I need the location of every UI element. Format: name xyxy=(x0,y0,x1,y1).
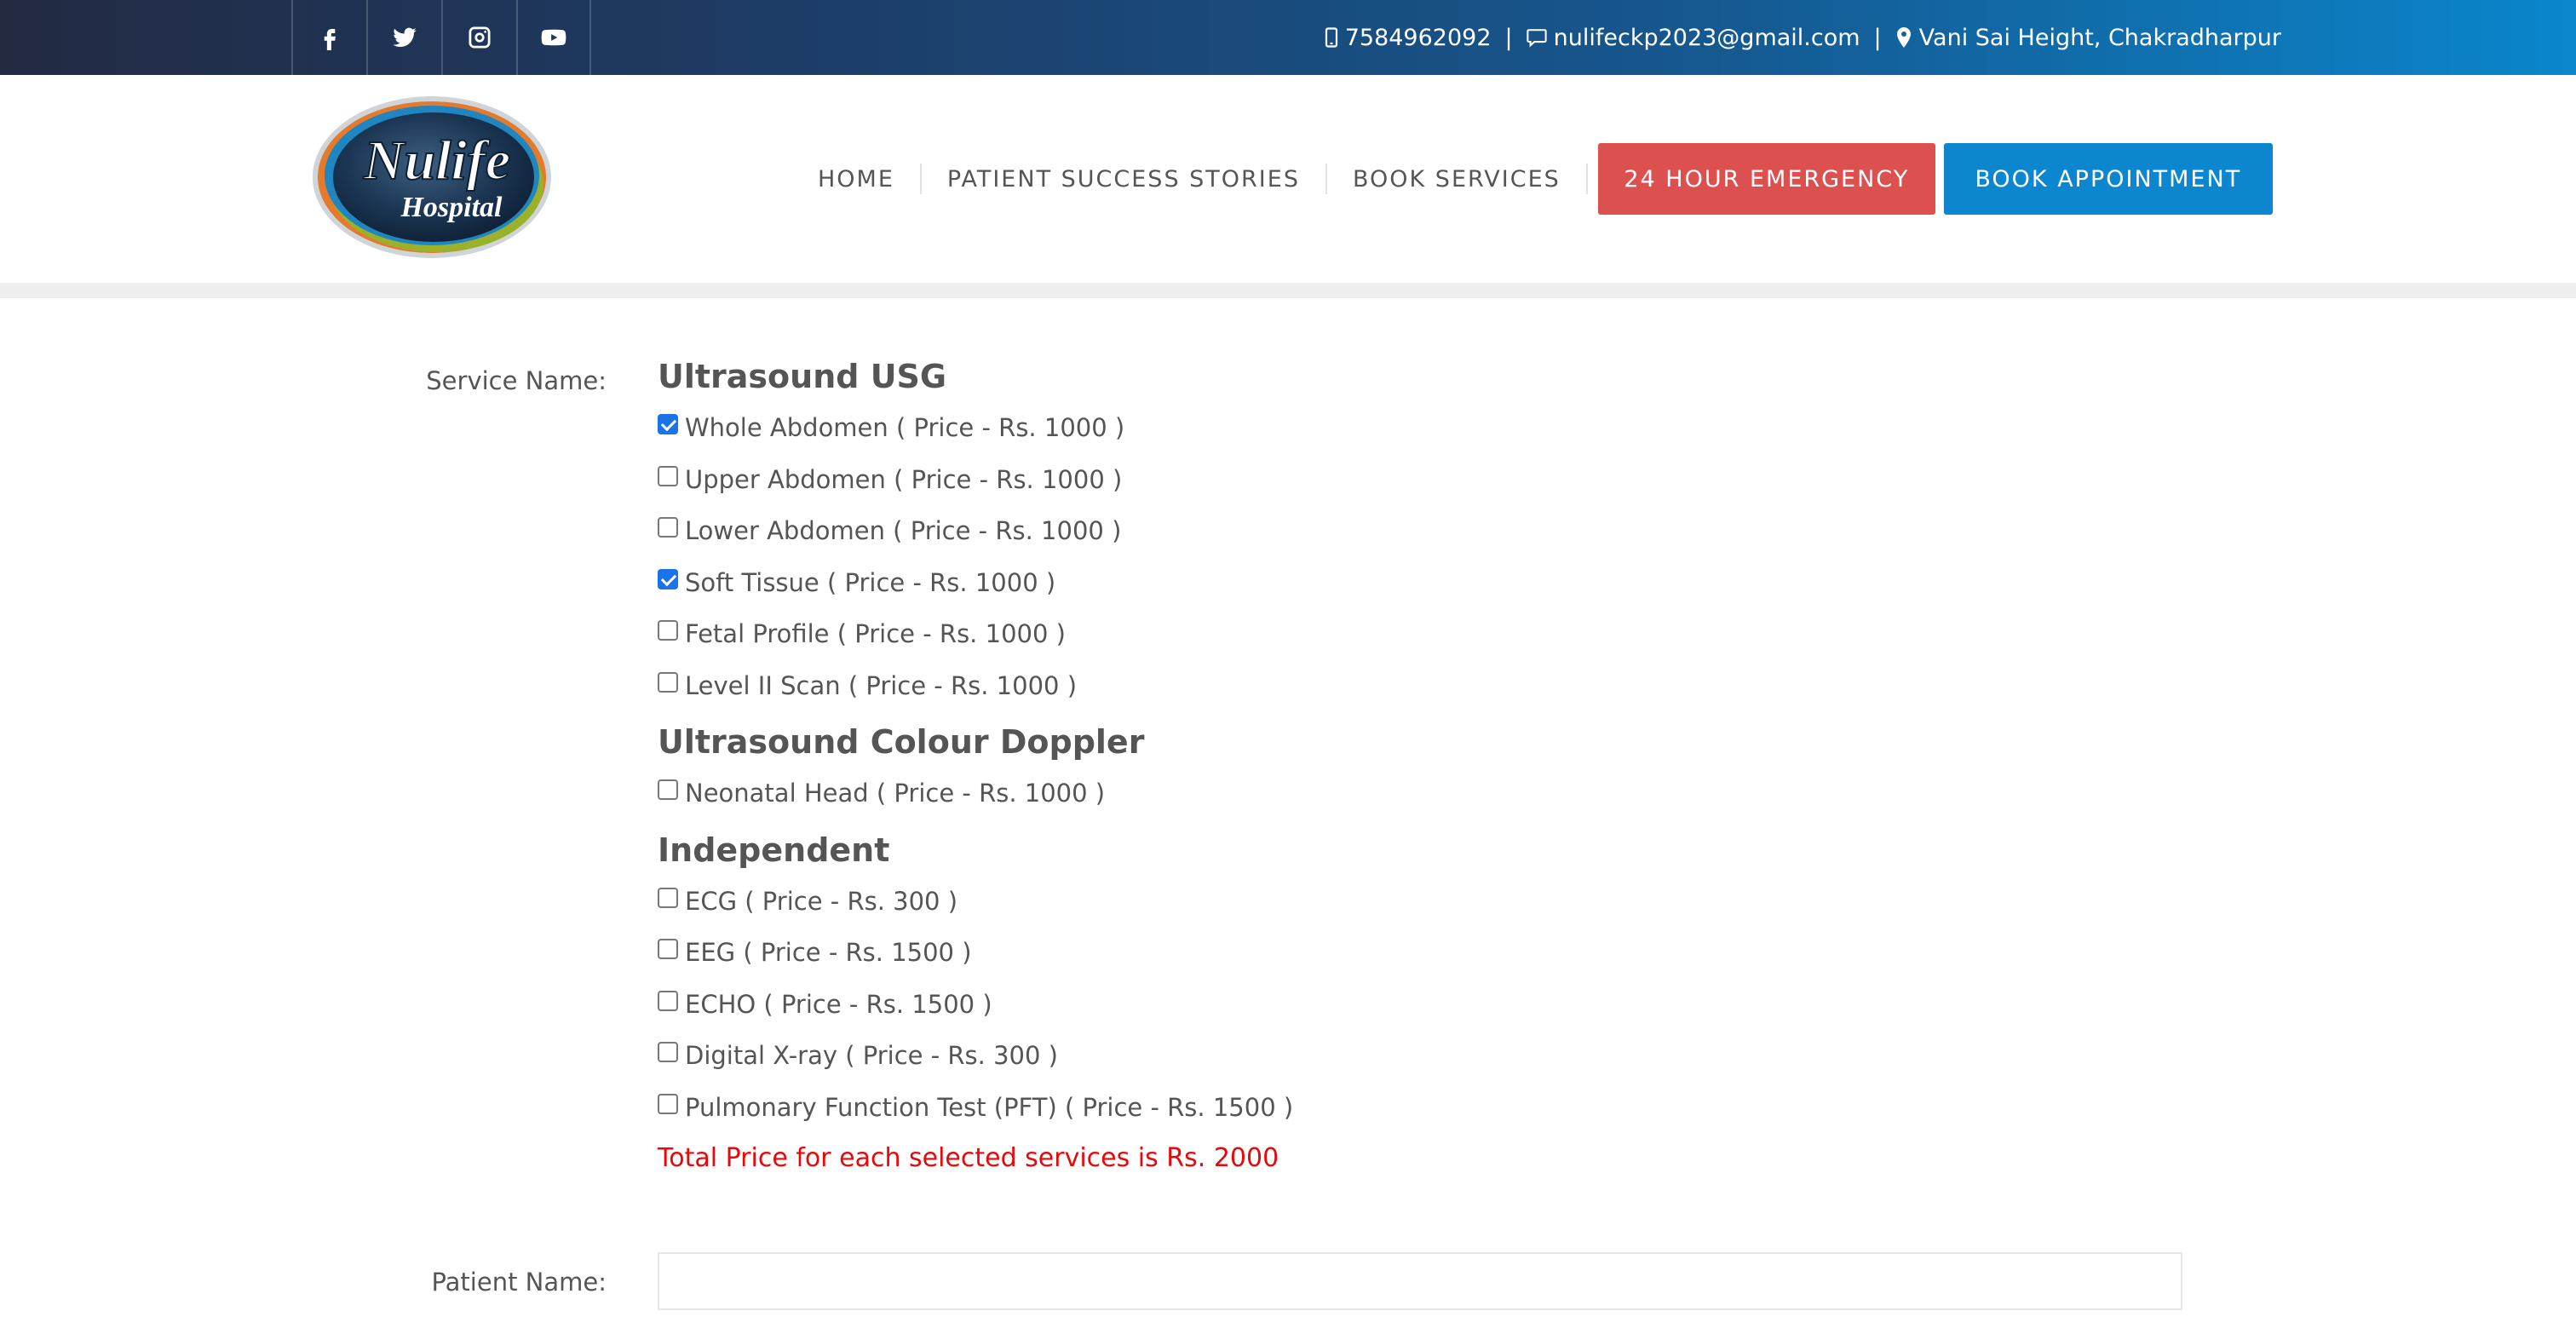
service-checkbox[interactable] xyxy=(658,990,678,1011)
contact-separator: | xyxy=(1873,24,1882,51)
address-contact: Vani Sai Height, Chakradharpur xyxy=(1895,25,2281,51)
logo-emblem: Nulife Hospital xyxy=(313,96,551,258)
service-option-label: ECHO ( Price - Rs. 1500 ) xyxy=(685,989,992,1019)
service-option[interactable]: Fetal Profile ( Price - Rs. 1000 ) xyxy=(658,608,2191,660)
chat-icon xyxy=(1526,29,1547,48)
service-option-label: Neonatal Head ( Price - Rs. 1000 ) xyxy=(685,779,1106,808)
address-text: Vani Sai Height, Chakradharpur xyxy=(1918,24,2281,51)
service-checkbox[interactable] xyxy=(658,517,678,538)
total-price-text: Total Price for each selected services i… xyxy=(658,1143,1279,1173)
top-bar: 7584962092 | nulifeckp2023@gmail.com | V… xyxy=(0,0,2576,75)
facebook-icon xyxy=(324,29,336,50)
nav-patient-success-stories[interactable]: PATIENT SUCCESS STORIES xyxy=(922,164,1327,194)
youtube-link[interactable] xyxy=(516,0,591,75)
patient-name-label: Patient Name: xyxy=(431,1268,607,1297)
logo-text-line2: Hospital xyxy=(400,192,503,223)
service-option[interactable]: Lower Abdomen ( Price - Rs. 1000 ) xyxy=(658,505,2191,557)
service-option[interactable]: Whole Abdomen ( Price - Rs. 1000 ) xyxy=(658,402,2191,454)
phone-number: 7584962092 xyxy=(1344,24,1492,51)
nav-home[interactable]: HOME xyxy=(792,164,922,194)
service-option-label: Soft Tissue ( Price - Rs. 1000 ) xyxy=(685,567,1056,597)
logo-text-line1: Nulife xyxy=(363,129,510,192)
service-checkbox[interactable] xyxy=(658,939,678,960)
service-option-label: Fetal Profile ( Price - Rs. 1000 ) xyxy=(685,619,1066,649)
phone-icon xyxy=(1325,27,1337,48)
service-option-label: Whole Abdomen ( Price - Rs. 1000 ) xyxy=(685,413,1125,443)
service-option-label: Pulmonary Function Test (PFT) ( Price - … xyxy=(685,1092,1294,1122)
patient-name-input[interactable] xyxy=(658,1252,2182,1310)
email-contact[interactable]: nulifeckp2023@gmail.com xyxy=(1526,24,1860,51)
instagram-icon xyxy=(469,26,491,49)
service-checkbox[interactable] xyxy=(658,620,678,641)
services-list: Ultrasound USG Whole Abdomen ( Price - R… xyxy=(658,351,2191,1184)
contact-info: 7584962092 | nulifeckp2023@gmail.com | V… xyxy=(1325,0,2281,75)
service-option-label: Lower Abdomen ( Price - Rs. 1000 ) xyxy=(685,516,1122,546)
service-option[interactable]: Level II Scan ( Price - Rs. 1000 ) xyxy=(658,660,2191,712)
service-checkbox[interactable] xyxy=(658,414,678,435)
social-links xyxy=(291,0,591,75)
main-nav: HOME PATIENT SUCCESS STORIES BOOK SERVIC… xyxy=(792,143,2273,215)
group-title-ultrasound-usg: Ultrasound USG xyxy=(658,358,947,395)
facebook-link[interactable] xyxy=(291,0,366,75)
nav-book-services[interactable]: BOOK SERVICES xyxy=(1327,164,1588,194)
service-option[interactable]: Digital X-ray ( Price - Rs. 300 ) xyxy=(658,1030,2191,1082)
service-option-label: EEG ( Price - Rs. 1500 ) xyxy=(685,938,972,968)
service-option-label: Digital X-ray ( Price - Rs. 300 ) xyxy=(685,1041,1058,1071)
header-divider xyxy=(0,283,2576,298)
service-option-label: Level II Scan ( Price - Rs. 1000 ) xyxy=(685,670,1078,700)
location-pin-icon xyxy=(1896,27,1911,48)
service-checkbox[interactable] xyxy=(658,1042,678,1063)
service-checkbox[interactable] xyxy=(658,1093,678,1114)
service-option-label: ECG ( Price - Rs. 300 ) xyxy=(685,886,958,916)
service-checkbox[interactable] xyxy=(658,887,678,908)
twitter-icon xyxy=(393,27,417,48)
phone-contact[interactable]: 7584962092 xyxy=(1325,25,1492,51)
service-checkbox[interactable] xyxy=(658,568,678,589)
group-title-ultrasound-colour-doppler: Ultrasound Colour Doppler xyxy=(658,723,1145,761)
hospital-logo[interactable]: Nulife Hospital xyxy=(312,95,552,259)
service-name-label: Service Name: xyxy=(426,366,607,395)
service-option[interactable]: EEG ( Price - Rs. 1500 ) xyxy=(658,927,2191,979)
service-option[interactable]: Upper Abdomen ( Price - Rs. 1000 ) xyxy=(658,454,2191,506)
service-option[interactable]: Pulmonary Function Test (PFT) ( Price - … xyxy=(658,1082,2191,1134)
youtube-icon xyxy=(541,29,566,46)
book-appointment-button[interactable]: BOOK APPOINTMENT xyxy=(1943,143,2273,215)
group-title-independent: Independent xyxy=(658,831,890,869)
email-address: nulifeckp2023@gmail.com xyxy=(1553,24,1860,51)
emergency-button[interactable]: 24 HOUR EMERGENCY xyxy=(1597,143,1935,215)
service-option[interactable]: ECHO ( Price - Rs. 1500 ) xyxy=(658,979,2191,1031)
site-header: Nulife Hospital HOME PATIENT SUCCESS STO… xyxy=(0,75,2576,283)
service-checkbox[interactable] xyxy=(658,779,678,801)
contact-separator: | xyxy=(1504,24,1513,51)
service-checkbox[interactable] xyxy=(658,465,678,486)
instagram-link[interactable] xyxy=(441,0,516,75)
service-option-label: Upper Abdomen ( Price - Rs. 1000 ) xyxy=(685,464,1123,494)
service-checkbox[interactable] xyxy=(658,671,678,693)
service-option[interactable]: ECG ( Price - Rs. 300 ) xyxy=(658,876,2191,928)
service-option[interactable]: Neonatal Head ( Price - Rs. 1000 ) xyxy=(658,768,2191,819)
service-option[interactable]: Soft Tissue ( Price - Rs. 1000 ) xyxy=(658,557,2191,609)
twitter-link[interactable] xyxy=(366,0,441,75)
